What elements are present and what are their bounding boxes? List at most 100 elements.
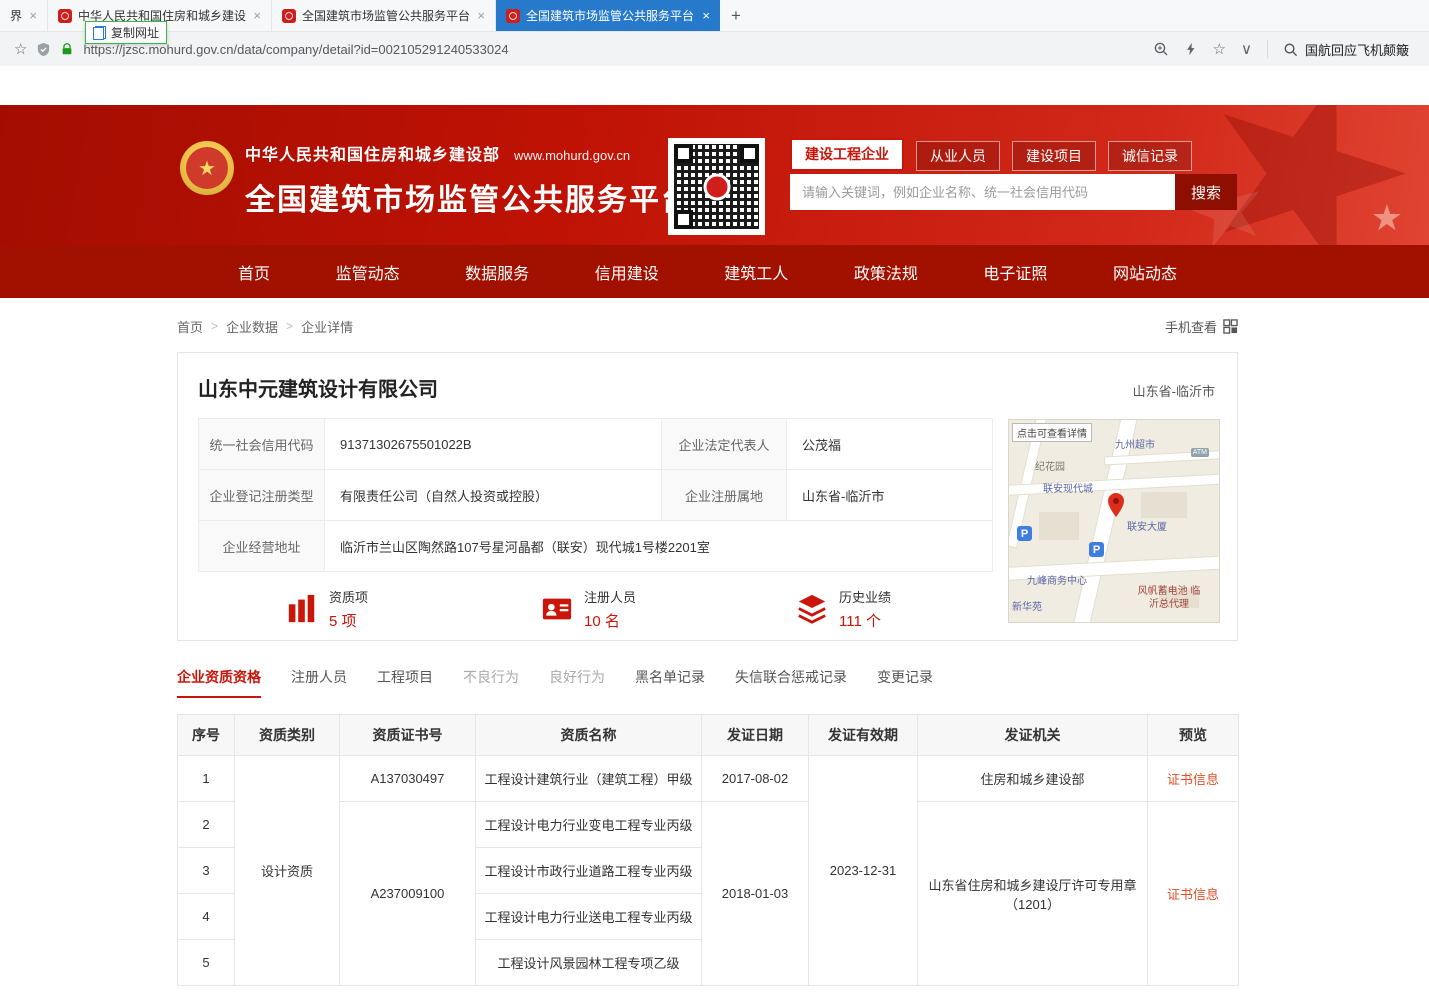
cert-no-cell: A237009100 [340, 802, 476, 986]
search-input[interactable] [790, 174, 1175, 210]
map-poi: 九峰商务中心 [1027, 572, 1087, 587]
nav-item-certificates[interactable]: 电子证照 [983, 260, 1047, 284]
stat-personnel[interactable]: 注册人员 10 名 [541, 587, 796, 631]
col-cert-no: 资质证书号 [340, 715, 476, 756]
new-tab-button[interactable]: + [720, 0, 752, 31]
certificate-info-link[interactable]: 证书信息 [1148, 756, 1239, 802]
breadcrumb-company-data[interactable]: 企业数据 [226, 317, 278, 336]
tab-good-behavior[interactable]: 良好行为 [549, 667, 605, 698]
authority-cell: 住房和城乡建设部 [918, 756, 1148, 802]
legal-rep-label: 企业法定代表人 [662, 419, 787, 470]
nav-item-home[interactable]: 首页 [238, 260, 270, 284]
valid-until-cell: 2023-12-31 [809, 756, 918, 986]
nav-item-supervision[interactable]: 监管动态 [336, 260, 400, 284]
nav-item-credit[interactable]: 信用建设 [595, 260, 659, 284]
search-tab-credit[interactable]: 诚信记录 [1108, 141, 1192, 171]
seq-cell: 1 [178, 756, 235, 802]
header-search-module: 建设工程企业 从业人员 建设项目 诚信记录 搜索 [790, 138, 1237, 210]
authority-cell: 山东省住房和城乡建设厅许可专用章（1201） [918, 802, 1148, 986]
tab-projects[interactable]: 工程项目 [377, 667, 433, 698]
qual-name-cell: 工程设计建筑行业（建筑工程）甲级 [476, 756, 702, 802]
hot-search-text: 国航回应飞机颠簸 [1305, 40, 1409, 59]
stat-value: 5 项 [329, 610, 368, 631]
lock-icon [60, 42, 74, 56]
chevron-down-icon[interactable]: ∨ [1241, 40, 1252, 58]
tab-bad-behavior[interactable]: 不良行为 [463, 667, 519, 698]
stat-value: 111 个 [839, 610, 891, 631]
stat-label: 注册人员 [584, 587, 636, 606]
browser-tab-2[interactable]: 全国建筑市场监管公共服务平台 × [272, 0, 496, 31]
issue-date-cell: 2017-08-02 [702, 756, 809, 802]
tab-close-icon[interactable]: × [477, 9, 485, 22]
copy-url-label: 复制网址 [111, 24, 159, 41]
site-favicon-icon [58, 9, 72, 23]
detail-tabs: 企业资质资格 注册人员 工程项目 不良行为 良好行为 黑名单记录 失信联合惩戒记… [177, 667, 1429, 698]
certificate-info-link[interactable]: 证书信息 [1148, 802, 1239, 986]
breadcrumb-separator: > [211, 319, 218, 333]
search-button[interactable]: 搜索 [1175, 174, 1237, 210]
tab-title: 全国建筑市场监管公共服务平台 [302, 7, 471, 24]
breadcrumb-home[interactable]: 首页 [177, 317, 203, 336]
search-tab-project[interactable]: 建设项目 [1012, 141, 1096, 171]
stat-label: 资质项 [329, 587, 368, 606]
tab-close-icon[interactable]: × [29, 9, 37, 22]
nav-item-policy[interactable]: 政策法规 [854, 260, 918, 284]
map-poi: 纪花园 [1035, 458, 1065, 473]
legal-rep-value: 公茂福 [787, 419, 993, 470]
platform-title: 全国建筑市场监管公共服务平台 [245, 175, 693, 219]
nav-item-workers[interactable]: 建筑工人 [724, 260, 788, 284]
map-poi: 联安现代城 [1043, 480, 1093, 495]
col-category: 资质类别 [235, 715, 340, 756]
zoom-icon[interactable] [1153, 41, 1169, 57]
map-poi: 新华苑 [1012, 598, 1042, 613]
parking-icon: P [1017, 526, 1032, 541]
reg-area-value: 山东省-临沂市 [787, 470, 993, 521]
site-favicon-icon [282, 9, 296, 23]
browser-tab-partial[interactable]: 界 × [0, 0, 48, 31]
lightning-icon[interactable] [1184, 42, 1198, 56]
mobile-view-label: 手机查看 [1165, 317, 1217, 336]
map-building [1039, 512, 1079, 540]
stat-qualifications[interactable]: 资质项 5 项 [286, 587, 541, 631]
table-row: 统一社会信用代码 91371302675501022B 企业法定代表人 公茂福 [199, 419, 993, 470]
mobile-qr-icon [1223, 319, 1238, 334]
nav-item-data-service[interactable]: 数据服务 [465, 260, 529, 284]
site-favicon-icon [506, 9, 520, 23]
table-header-row: 序号 资质类别 资质证书号 资质名称 发证日期 发证有效期 发证机关 预览 [178, 715, 1239, 756]
search-tab-personnel[interactable]: 从业人员 [916, 141, 1000, 171]
qual-name-cell: 工程设计市政行业道路工程专业丙级 [476, 848, 702, 894]
nav-item-site-news[interactable]: 网站动态 [1113, 260, 1177, 284]
tab-close-icon[interactable]: × [702, 9, 710, 22]
parking-icon: P [1089, 542, 1104, 557]
address-value: 临沂市兰山区陶然路107号星河晶都（联安）现代城1号楼2201室 [325, 521, 993, 572]
tab-blacklist[interactable]: 黑名单记录 [635, 667, 705, 698]
tab-change-records[interactable]: 变更记录 [877, 667, 933, 698]
hot-search[interactable]: 国航回应飞机颠簸 [1283, 40, 1415, 59]
cert-no-cell: A137030497 [340, 756, 476, 802]
search-tab-enterprise[interactable]: 建设工程企业 [790, 138, 904, 171]
map-poi: 联安大厦 [1127, 518, 1167, 533]
company-detail-card: 山东中元建筑设计有限公司 山东省-临沂市 统一社会信用代码 9137130267… [177, 352, 1238, 641]
tab-title: 界 [10, 7, 23, 24]
search-icon [1283, 42, 1298, 57]
col-valid-until: 发证有效期 [809, 715, 918, 756]
table-row: 企业经营地址 临沂市兰山区陶然路107号星河晶都（联安）现代城1号楼2201室 [199, 521, 993, 572]
address-label: 企业经营地址 [199, 521, 325, 572]
page-top-gap [0, 66, 1429, 105]
bookmark-star-icon[interactable]: ☆ [14, 40, 27, 58]
copy-url-tooltip[interactable]: 复制网址 [85, 21, 167, 44]
mobile-view-link[interactable]: 手机查看 [1165, 317, 1238, 336]
tab-dishonesty-records[interactable]: 失信联合惩戒记录 [735, 667, 847, 698]
browser-tab-active[interactable]: 全国建筑市场监管公共服务平台 × [496, 0, 720, 31]
main-navigation: 首页 监管动态 数据服务 信用建设 建筑工人 政策法规 电子证照 网站动态 [0, 245, 1429, 298]
tab-registered-personnel[interactable]: 注册人员 [291, 667, 347, 698]
seq-cell: 4 [178, 894, 235, 940]
tab-qualifications[interactable]: 企业资质资格 [177, 667, 261, 698]
qr-center-logo [703, 173, 730, 200]
company-map-thumbnail[interactable]: 点击可查看详情 纪花园 九州超市 联安现代城 联安大厦 九峰商务中心 新华苑 风… [1008, 419, 1220, 623]
reg-type-label: 企业登记注册类型 [199, 470, 325, 521]
favorites-star-icon[interactable]: ☆ [1213, 40, 1226, 58]
tab-close-icon[interactable]: × [253, 9, 261, 22]
security-shield-icon[interactable] [36, 42, 51, 57]
achievement-icon [796, 593, 828, 625]
